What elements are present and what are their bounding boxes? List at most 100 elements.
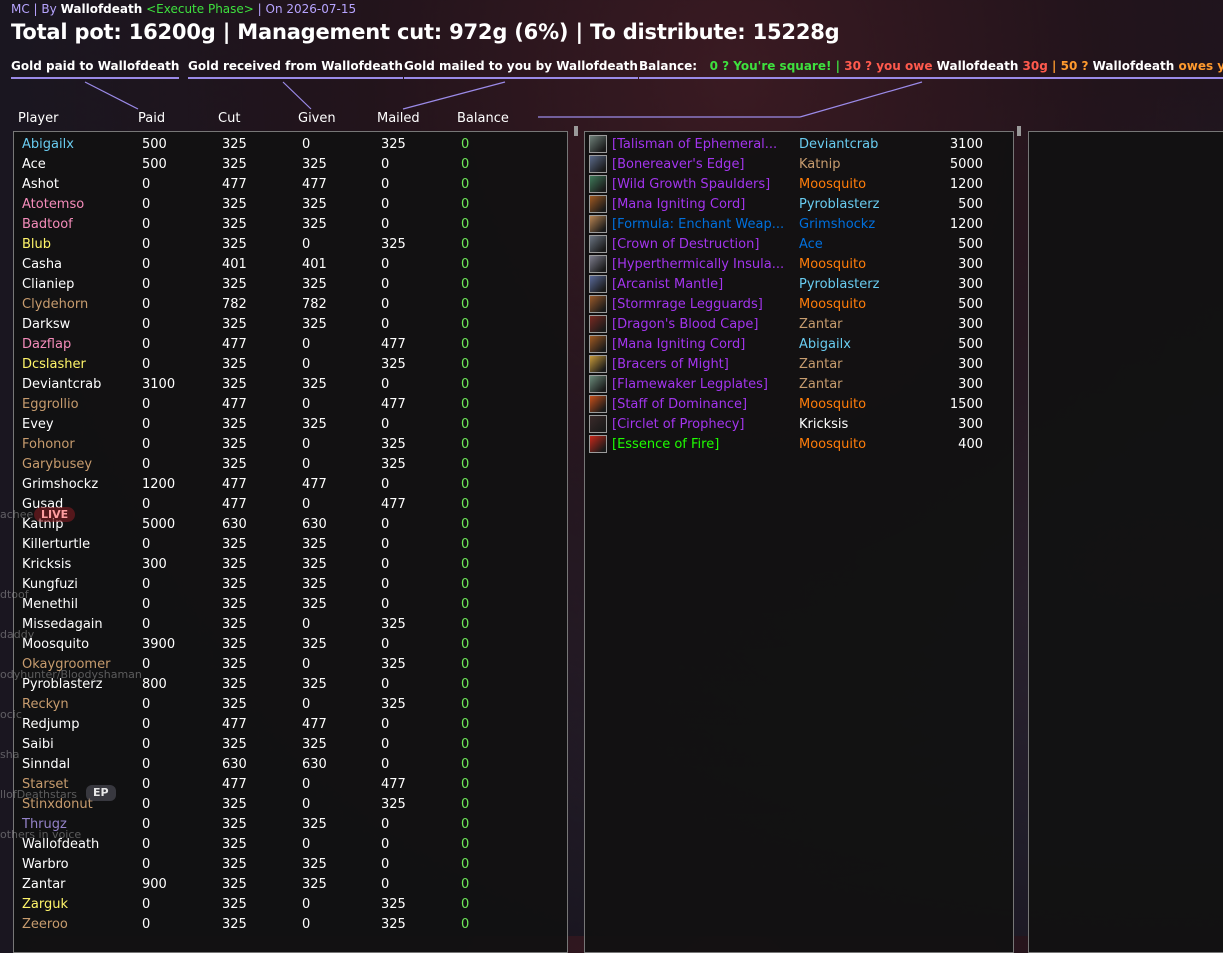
balance-value: 0 xyxy=(461,717,470,732)
mailed-value: 0 xyxy=(381,257,390,272)
cape-icon xyxy=(589,315,607,333)
item-link[interactable]: [Bracers of Might] xyxy=(612,355,729,375)
cut-value: 325 xyxy=(222,237,247,252)
scroll-icon xyxy=(589,215,607,233)
item-link[interactable]: [Circlet of Prophecy] xyxy=(612,415,745,435)
cut-value: 325 xyxy=(222,197,247,212)
mailed-value: 325 xyxy=(381,897,406,912)
winner-name: Zantar xyxy=(799,357,843,372)
mailed-value: 0 xyxy=(381,577,390,592)
item-link[interactable]: [Hyperthermically Insula... xyxy=(612,255,784,275)
player-name: Clydehorn xyxy=(22,297,89,312)
balance-value: 0 xyxy=(461,137,470,152)
given-value: 325 xyxy=(302,857,327,872)
item-link[interactable]: [Arcanist Mantle] xyxy=(612,275,723,295)
balance-square-label: 0 ? You're square! xyxy=(709,59,832,73)
player-name: Dcslasher xyxy=(22,357,86,372)
mailed-value: 325 xyxy=(381,137,406,152)
paid-value: 0 xyxy=(142,717,151,732)
given-value: 0 xyxy=(302,337,311,352)
cut-value: 325 xyxy=(222,617,247,632)
cut-value: 325 xyxy=(222,577,247,592)
cut-value: 325 xyxy=(222,277,247,292)
item-link[interactable]: [Staff of Dominance] xyxy=(612,395,747,415)
mailed-value: 325 xyxy=(381,657,406,672)
cut-value: 325 xyxy=(222,537,247,552)
player-name: Thrugz xyxy=(22,817,67,832)
paid-value: 0 xyxy=(142,617,151,632)
given-value: 0 xyxy=(302,497,311,512)
item-link[interactable]: [Wild Growth Spaulders] xyxy=(612,175,770,195)
item-link[interactable]: [Mana Igniting Cord] xyxy=(612,195,745,215)
legend-paid: Gold paid to Wallofdeath xyxy=(11,59,180,79)
given-value: 0 xyxy=(302,617,311,632)
cut-value: 325 xyxy=(222,157,247,172)
loot-panel[interactable]: [Talisman of Ephemeral... Deviantcrab 3100… xyxy=(584,131,1014,953)
mailed-value: 0 xyxy=(381,317,390,332)
mailed-value: 0 xyxy=(381,477,390,492)
given-value: 401 xyxy=(302,257,327,272)
mailed-value: 0 xyxy=(381,297,390,312)
player-name: Ashot xyxy=(22,177,59,192)
given-value: 0 xyxy=(302,837,311,852)
player-name: Zeeroo xyxy=(22,917,68,932)
col-paid: Paid xyxy=(138,111,166,126)
paid-value: 0 xyxy=(142,857,151,872)
bid-amount: 500 xyxy=(958,237,983,252)
bid-amount: 500 xyxy=(958,297,983,312)
mailed-value: 0 xyxy=(381,557,390,572)
player-name: Clianiep xyxy=(22,277,75,292)
cut-value: 477 xyxy=(222,337,247,352)
cut-value: 325 xyxy=(222,657,247,672)
shoulder-icon xyxy=(589,275,607,293)
paid-value: 500 xyxy=(142,157,167,172)
cut-value: 477 xyxy=(222,777,247,792)
balance-value: 0 xyxy=(461,657,470,672)
mailed-value: 0 xyxy=(381,377,390,392)
item-link[interactable]: [Stormrage Legguards] xyxy=(612,295,763,315)
item-link[interactable]: [Bonereaver's Edge] xyxy=(612,155,745,175)
item-link[interactable]: [Formula: Enchant Weap... xyxy=(612,215,784,235)
balance-value: 0 xyxy=(461,837,470,852)
cut-value: 325 xyxy=(222,797,247,812)
paid-value: 0 xyxy=(142,537,151,552)
col-player: Player xyxy=(18,111,59,126)
player-name: Zantar xyxy=(22,877,66,892)
given-value: 0 xyxy=(302,697,311,712)
phase-label: <Execute Phase> xyxy=(146,2,254,16)
player-name: Moosquito xyxy=(22,637,90,652)
item-link[interactable]: [Talisman of Ephemeral... xyxy=(612,135,777,155)
balance-value: 0 xyxy=(461,637,470,652)
mailed-value: 0 xyxy=(381,877,390,892)
legend-received: Gold received from Wallofdeath xyxy=(188,59,403,79)
item-link[interactable]: [Crown of Destruction] xyxy=(612,235,759,255)
mailed-value: 325 xyxy=(381,797,406,812)
player-name: Missedagain xyxy=(22,617,103,632)
ep-badge: EP xyxy=(86,785,116,801)
player-name: Ace xyxy=(22,157,46,172)
item-link[interactable]: [Essence of Fire] xyxy=(612,435,719,455)
given-value: 325 xyxy=(302,817,327,832)
player-name: Reckyn xyxy=(22,697,69,712)
item-link[interactable]: [Dragon's Blood Cape] xyxy=(612,315,759,335)
item-link[interactable]: [Flamewaker Legplates] xyxy=(612,375,768,395)
mailed-value: 0 xyxy=(381,417,390,432)
player-name: Saibi xyxy=(22,737,54,752)
mailed-value: 325 xyxy=(381,437,406,452)
cut-value: 477 xyxy=(222,497,247,512)
player-name: Warbro xyxy=(22,857,69,872)
balance-value: 0 xyxy=(461,317,470,332)
player-name: Abigailx xyxy=(22,137,74,152)
paid-value: 0 xyxy=(142,177,151,192)
balance-value: 0 xyxy=(461,297,470,312)
balance-value: 0 xyxy=(461,597,470,612)
player-ledger-panel[interactable]: Abigailx 500 325 0 325 0 Ace 500 325 325 0 0 Ashot 0 4… xyxy=(13,131,568,953)
paid-value: 0 xyxy=(142,437,151,452)
paid-value: 900 xyxy=(142,877,167,892)
raid-name: MC xyxy=(11,2,30,16)
player-name: Kricksis xyxy=(22,557,72,572)
item-link[interactable]: [Mana Igniting Cord] xyxy=(612,335,745,355)
player-name: Starset xyxy=(22,777,69,792)
mailed-value: 0 xyxy=(381,677,390,692)
cut-value: 325 xyxy=(222,137,247,152)
